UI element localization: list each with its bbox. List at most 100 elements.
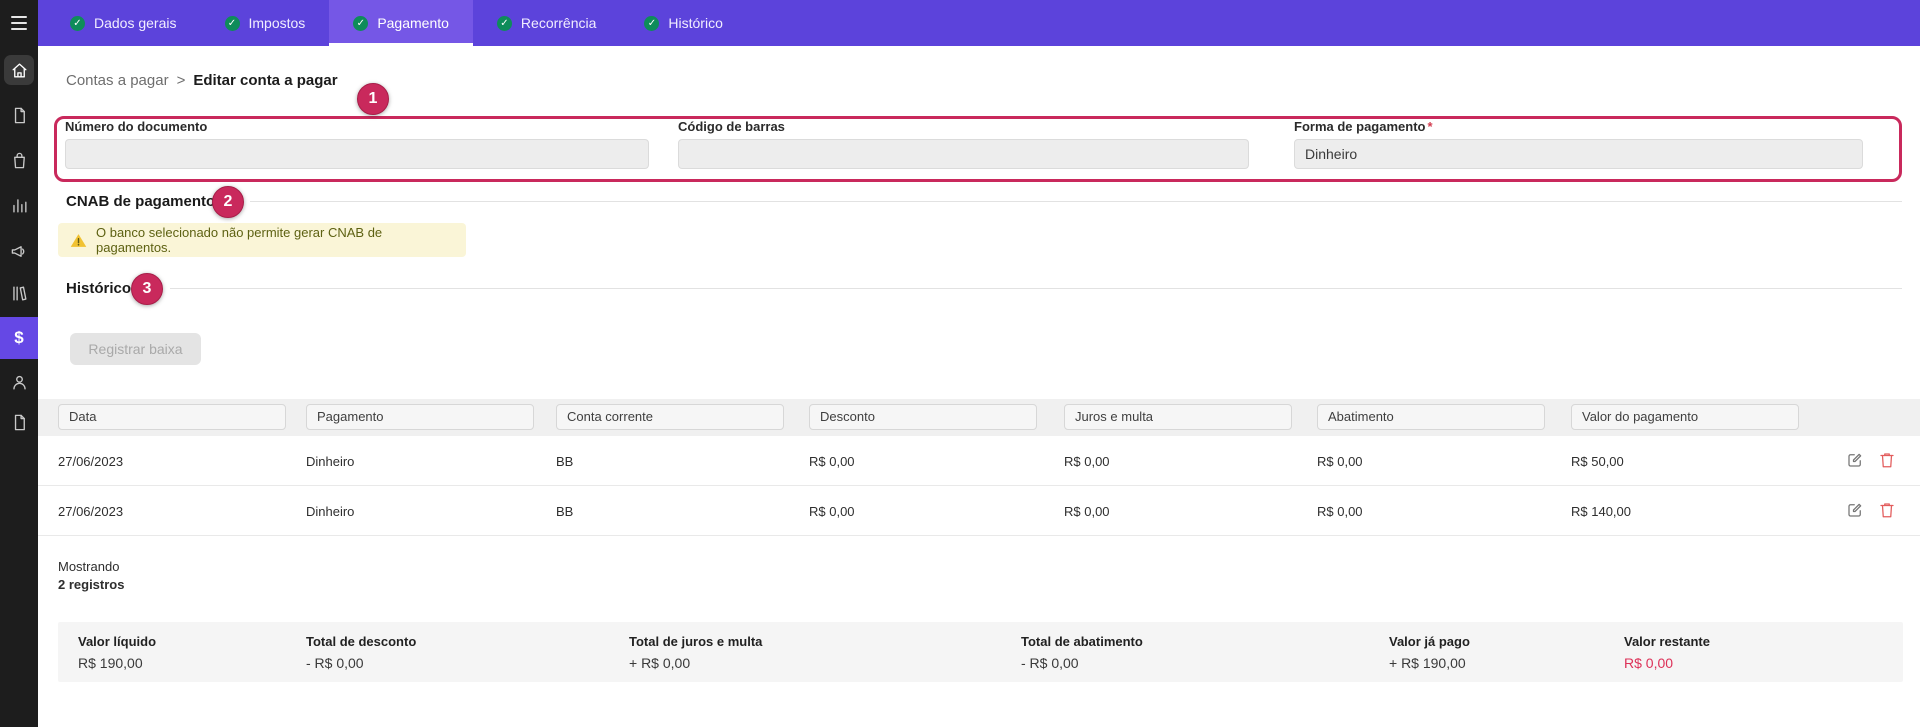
sidebar-item-reports[interactable] [0,184,38,226]
sidebar-item-finance-active[interactable]: $ [0,317,38,359]
summary-total-juros-multa: Total de juros e multa + R$ 0,00 [629,634,762,671]
tab-label: Impostos [249,15,306,31]
edit-icon [1846,501,1864,519]
table-row: 27/06/2023 Dinheiro BB R$ 0,00 R$ 0,00 R… [38,486,1920,536]
cell-pagamento: Dinheiro [306,504,534,519]
sidebar-item-documents[interactable] [0,94,38,136]
edit-row-button[interactable] [1846,501,1864,519]
wizard-tabs-bar: ✓ Dados gerais ✓ Impostos ✓ Pagamento ✓ … [38,0,1920,46]
cell-abatimento: R$ 0,00 [1317,504,1545,519]
check-circle-icon: ✓ [497,16,512,31]
field-label: Código de barras [678,119,1249,134]
column-filter-data[interactable]: Data [58,404,286,430]
section-divider [250,201,1902,202]
field-codigo-barras: Código de barras [678,119,1249,169]
person-icon [10,373,29,392]
summary-valor-ja-pago: Valor já pago + R$ 190,00 [1389,634,1470,671]
cell-desconto: R$ 0,00 [809,454,1037,469]
cell-juros-multa: R$ 0,00 [1064,504,1292,519]
menu-icon[interactable] [0,2,38,44]
tab-impostos[interactable]: ✓ Impostos [201,0,330,46]
breadcrumb-separator: > [177,72,186,89]
cnab-section-title: CNAB de pagamento [66,193,215,210]
tab-label: Pagamento [377,15,449,31]
warning-text: O banco selecionado não permite gerar CN… [96,225,454,255]
cnab-warning-banner: O banco selecionado não permite gerar CN… [58,223,466,257]
tab-historico[interactable]: ✓ Histórico [620,0,746,46]
totals-summary-bar: Valor líquido R$ 190,00 Total de descont… [58,622,1903,682]
tab-pagamento-active[interactable]: ✓ Pagamento [329,0,473,46]
hamburger-icon [11,16,27,30]
megaphone-icon [10,242,29,261]
column-filter-conta-corrente[interactable]: Conta corrente [556,404,784,430]
numero-documento-input[interactable] [65,139,649,169]
column-filter-valor-pagamento[interactable]: Valor do pagamento [1571,404,1799,430]
main-content: Contas a pagar > Editar conta a pagar 1 … [38,46,1920,727]
home-icon [4,55,34,85]
check-circle-icon: ✓ [644,16,659,31]
cell-desconto: R$ 0,00 [809,504,1037,519]
sidebar-item-clients[interactable] [0,361,38,403]
bar-chart-icon [10,196,29,215]
cell-conta-corrente: BB [556,504,784,519]
cell-conta-corrente: BB [556,454,784,469]
cell-abatimento: R$ 0,00 [1317,454,1545,469]
shopping-bag-icon [10,151,29,170]
tab-dados-gerais[interactable]: ✓ Dados gerais [46,0,201,46]
sidebar-item-files[interactable] [0,401,38,443]
cell-valor-pagamento: R$ 140,00 [1571,504,1799,519]
table-header: Data Pagamento Conta corrente Desconto J… [38,399,1920,436]
cell-data: 27/06/2023 [58,504,286,519]
field-label: Número do documento [65,119,649,134]
tab-label: Dados gerais [94,15,177,31]
annotation-badge-1: 1 [357,83,389,115]
column-filter-pagamento[interactable]: Pagamento [306,404,534,430]
dollar-icon: $ [14,328,23,348]
annotation-badge-2: 2 [212,186,244,218]
warning-icon [70,232,87,249]
check-circle-icon: ✓ [70,16,85,31]
field-forma-pagamento: Forma de pagamento* [1294,119,1863,169]
sidebar: $ [0,0,38,727]
file-icon [10,413,29,432]
breadcrumb-current: Editar conta a pagar [193,72,337,89]
column-filter-desconto[interactable]: Desconto [809,404,1037,430]
records-count: Mostrando 2 registros [58,558,124,594]
annotation-badge-3: 3 [131,273,163,305]
required-asterisk: * [1427,119,1432,134]
edit-icon [1846,451,1864,469]
delete-row-button[interactable] [1878,451,1896,469]
summary-total-abatimento: Total de abatimento - R$ 0,00 [1021,634,1143,671]
check-circle-icon: ✓ [225,16,240,31]
summary-valor-restante: Valor restante R$ 0,00 [1624,634,1710,671]
app-window: $ ✓ Dados gerais ✓ Impostos ✓ Pagamento … [0,0,1920,727]
historico-section-title: Histórico [66,280,131,297]
registrar-baixa-button[interactable]: Registrar baixa [70,333,201,365]
section-divider [170,288,1902,289]
cell-pagamento: Dinheiro [306,454,534,469]
sidebar-item-purchases[interactable] [0,139,38,181]
books-icon [10,284,29,303]
edit-row-button[interactable] [1846,451,1864,469]
field-label: Forma de pagamento* [1294,119,1863,134]
table-row: 27/06/2023 Dinheiro BB R$ 0,00 R$ 0,00 R… [38,436,1920,486]
check-circle-icon: ✓ [353,16,368,31]
column-filter-abatimento[interactable]: Abatimento [1317,404,1545,430]
sidebar-item-ledger[interactable] [0,272,38,314]
tab-label: Recorrência [521,15,596,31]
showing-label: Mostrando [58,559,119,574]
table-body: 27/06/2023 Dinheiro BB R$ 0,00 R$ 0,00 R… [38,436,1920,536]
document-icon [10,106,29,125]
forma-pagamento-input[interactable] [1294,139,1863,169]
codigo-barras-input[interactable] [678,139,1249,169]
breadcrumb-parent[interactable]: Contas a pagar [66,72,169,89]
trash-icon [1878,501,1896,519]
tab-recorrencia[interactable]: ✓ Recorrência [473,0,620,46]
delete-row-button[interactable] [1878,501,1896,519]
sidebar-item-home[interactable] [0,49,38,91]
cell-data: 27/06/2023 [58,454,286,469]
sidebar-item-announcements[interactable] [0,230,38,272]
showing-count: 2 registros [58,577,124,592]
column-filter-juros-multa[interactable]: Juros e multa [1064,404,1292,430]
trash-icon [1878,451,1896,469]
